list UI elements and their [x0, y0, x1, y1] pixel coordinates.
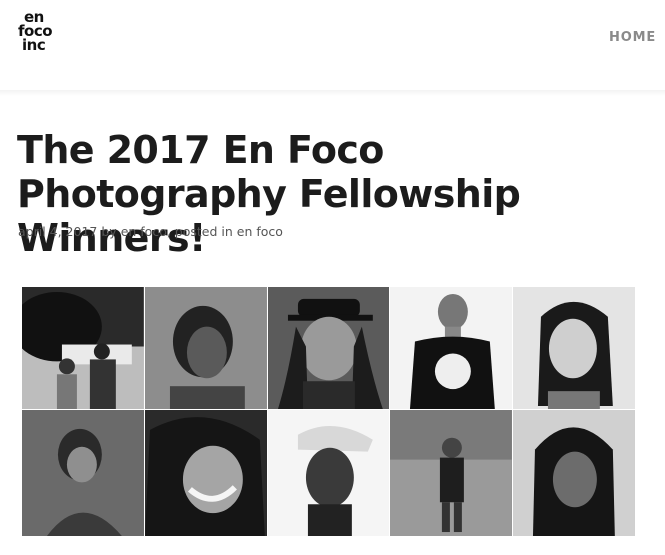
post-meta: april 4, 2017 by en foco, posted in en f… [18, 224, 283, 239]
header-divider [0, 90, 665, 96]
photo-tile [22, 410, 145, 537]
photo-tile [390, 410, 514, 537]
photo-tile [267, 410, 391, 537]
post-date-link[interactable]: april 4, 2017 [18, 224, 97, 239]
photo-tile [144, 287, 268, 410]
fellowship-photo-collage [22, 287, 636, 537]
post-by-text: by [101, 224, 117, 239]
site-header: en foco inc HOME [0, 0, 665, 90]
nav-home-link[interactable]: HOME [609, 30, 656, 45]
photo-tile [144, 410, 268, 537]
post-title: The 2017 En Foco Photography Fellowship … [17, 128, 521, 260]
photo-tile [22, 287, 145, 410]
photo-tile [390, 287, 514, 410]
photo-tile [267, 287, 391, 410]
site-logo[interactable]: en foco inc [16, 10, 66, 54]
post-author-link[interactable]: en foco [121, 224, 167, 239]
post-posted-in-text: , posted in [166, 224, 233, 239]
post-category-link[interactable]: en foco [237, 224, 283, 239]
logo-line-3: inc [22, 36, 46, 54]
photo-tile [513, 410, 636, 537]
photo-tile [513, 287, 636, 410]
